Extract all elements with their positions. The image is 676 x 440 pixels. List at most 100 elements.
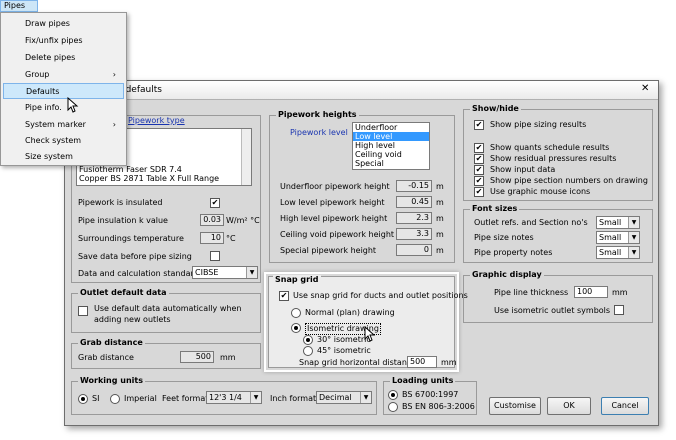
menu-item-label: Fix/unfix pipes bbox=[25, 36, 83, 45]
ok-button[interactable]: OK bbox=[547, 397, 591, 415]
bsen806-radio[interactable] bbox=[388, 402, 398, 412]
chevron-down-icon[interactable]: ▼ bbox=[250, 392, 261, 403]
line-thickness-field[interactable]: 100 bbox=[574, 286, 608, 298]
list-item[interactable]: Underfloor bbox=[353, 123, 429, 132]
insulation-k-label: Pipe insulation k value bbox=[78, 216, 168, 225]
grab-distance-field[interactable]: 500 bbox=[180, 351, 214, 363]
customise-button[interactable]: Customise bbox=[489, 397, 541, 415]
iso45-radio[interactable] bbox=[303, 346, 313, 356]
normal-drawing-label: Normal (plan) drawing bbox=[305, 308, 395, 317]
list-item[interactable]: Special bbox=[353, 159, 429, 168]
menu-item-delete-pipes[interactable]: Delete pipes bbox=[3, 50, 124, 66]
pipework-level-label: Pipework level bbox=[290, 128, 348, 137]
height-unit: m bbox=[436, 246, 444, 255]
grab-distance-group: Grab distance Grab distance 500 mm bbox=[71, 338, 261, 369]
feet-format-select[interactable]: 12'3 1/4 ▼ bbox=[206, 391, 262, 404]
save-data-checkbox[interactable] bbox=[210, 251, 220, 261]
grab-distance-label: Grab distance bbox=[78, 353, 134, 362]
pipework-type-label: Pipework type bbox=[128, 116, 185, 125]
bsen806-label: BS EN 806-3:2006 bbox=[402, 402, 475, 411]
use-default-label-1: Use default data automatically when bbox=[94, 304, 242, 313]
list-item[interactable]: Ceiling void bbox=[353, 150, 429, 159]
show-residual-checkbox[interactable]: ✔ bbox=[474, 154, 484, 164]
submenu-arrow-icon: › bbox=[112, 70, 116, 79]
close-icon[interactable]: ✕ bbox=[641, 84, 649, 94]
list-item[interactable]: Fusiotherm Faser SDR 7.4 bbox=[77, 165, 251, 174]
iso30-radio[interactable] bbox=[303, 335, 313, 345]
surroundings-label: Surroundings temperature bbox=[78, 234, 184, 243]
cancel-button[interactable]: Cancel bbox=[601, 397, 649, 415]
insulated-checkbox[interactable]: ✔ bbox=[210, 198, 220, 208]
menu-item-check-system[interactable]: Check system bbox=[3, 133, 124, 149]
working-units-title: Working units bbox=[78, 376, 145, 386]
inch-format-select[interactable]: Decimal ▼ bbox=[316, 391, 372, 404]
menu-item-group[interactable]: Group › bbox=[3, 67, 124, 83]
si-radio[interactable] bbox=[78, 394, 88, 404]
iso-symbols-checkbox[interactable] bbox=[614, 305, 624, 315]
grab-distance-title: Grab distance bbox=[78, 338, 145, 348]
font-pipe-property-select[interactable]: Small ▼ bbox=[596, 246, 640, 259]
list-item[interactable]: High level bbox=[353, 141, 429, 150]
grab-distance-unit: mm bbox=[220, 353, 236, 362]
font-outlet-select[interactable]: Small ▼ bbox=[596, 216, 640, 229]
feet-format-value: 12'3 1/4 bbox=[209, 393, 242, 402]
font-pipe-property-value: Small bbox=[599, 248, 622, 257]
menu-item-pipe-info[interactable]: Pipe info. bbox=[3, 100, 124, 116]
list-item[interactable]: Copper BS 2871 Table X Full Range bbox=[77, 174, 251, 183]
snap-distance-label: Snap grid horizontal distance bbox=[299, 358, 417, 367]
submenu-arrow-icon: › bbox=[112, 120, 116, 129]
menu-item-fix-unfix-pipes[interactable]: Fix/unfix pipes bbox=[3, 33, 124, 49]
normal-drawing-radio[interactable] bbox=[291, 308, 301, 318]
imperial-radio[interactable] bbox=[110, 394, 120, 404]
insulation-k-field[interactable]: 0.03 bbox=[200, 214, 224, 226]
height-field-low[interactable]: 0.45 bbox=[396, 196, 432, 208]
graphic-icons-checkbox[interactable]: ✔ bbox=[474, 187, 484, 197]
pipework-level-list[interactable]: Underfloor Low level High level Ceiling … bbox=[352, 122, 430, 170]
height-unit: m bbox=[436, 230, 444, 239]
show-section-checkbox[interactable]: ✔ bbox=[474, 176, 484, 186]
show-sizing-checkbox[interactable]: ✔ bbox=[474, 120, 484, 130]
use-default-checkbox[interactable] bbox=[78, 306, 88, 316]
chevron-down-icon[interactable]: ▼ bbox=[628, 217, 639, 228]
use-default-label-2: adding new outlets bbox=[94, 315, 171, 324]
isometric-drawing-radio[interactable] bbox=[291, 323, 301, 333]
surroundings-field[interactable]: 10 bbox=[200, 232, 224, 244]
font-pipe-size-select[interactable]: Small ▼ bbox=[596, 231, 640, 244]
list-item-selected[interactable]: Low level bbox=[353, 132, 429, 141]
line-thickness-label: Pipe line thickness bbox=[494, 288, 569, 297]
dialog-titlebar[interactable]: S defaults ✕ bbox=[65, 81, 658, 100]
snap-distance-unit: mm bbox=[441, 358, 457, 367]
show-residual-label: Show residual pressures results bbox=[490, 154, 617, 163]
mouse-cursor-icon bbox=[364, 326, 376, 342]
menu-item-draw-pipes[interactable]: Draw pipes bbox=[3, 16, 124, 32]
menu-item-size-system[interactable]: Size system bbox=[3, 149, 124, 165]
surroundings-unit: °C bbox=[226, 234, 236, 243]
mouse-cursor-icon bbox=[67, 97, 79, 113]
font-sizes-group: Font sizes Outlet refs. and Section no's… bbox=[463, 204, 653, 263]
standard-select[interactable]: CIBSE ▼ bbox=[192, 266, 258, 279]
outlet-default-title: Outlet default data bbox=[78, 288, 169, 298]
menu-pipes[interactable]: Pipes bbox=[0, 0, 38, 12]
menu-item-defaults[interactable]: Defaults bbox=[3, 83, 124, 99]
font-pipe-size-label: Pipe size notes bbox=[474, 233, 534, 242]
height-label-underfloor: Underfloor pipework height bbox=[280, 182, 390, 191]
show-input-checkbox[interactable]: ✔ bbox=[474, 165, 484, 175]
menu-item-label: Pipe info. bbox=[25, 103, 62, 112]
chevron-down-icon[interactable]: ▼ bbox=[628, 247, 639, 258]
chevron-down-icon[interactable]: ▼ bbox=[360, 392, 371, 403]
height-field-ceiling[interactable]: 3.3 bbox=[396, 228, 432, 240]
chevron-down-icon[interactable]: ▼ bbox=[246, 267, 257, 278]
snap-distance-field[interactable]: 500 bbox=[407, 356, 437, 368]
height-field-high[interactable]: 2.3 bbox=[396, 212, 432, 224]
bs6700-radio[interactable] bbox=[388, 390, 398, 400]
list-scrollbar[interactable] bbox=[241, 129, 251, 185]
height-field-special[interactable]: 0 bbox=[396, 244, 432, 256]
height-field-underfloor[interactable]: -0.15 bbox=[396, 180, 432, 192]
show-quants-checkbox[interactable]: ✔ bbox=[474, 143, 484, 153]
bs6700-label: BS 6700:1997 bbox=[402, 390, 459, 399]
menu-item-label: Check system bbox=[25, 136, 82, 145]
menu-item-label: Delete pipes bbox=[25, 53, 76, 62]
menu-item-system-marker[interactable]: System marker › bbox=[3, 117, 124, 133]
snap-grid-checkbox[interactable]: ✔ bbox=[279, 291, 289, 301]
chevron-down-icon[interactable]: ▼ bbox=[628, 232, 639, 243]
